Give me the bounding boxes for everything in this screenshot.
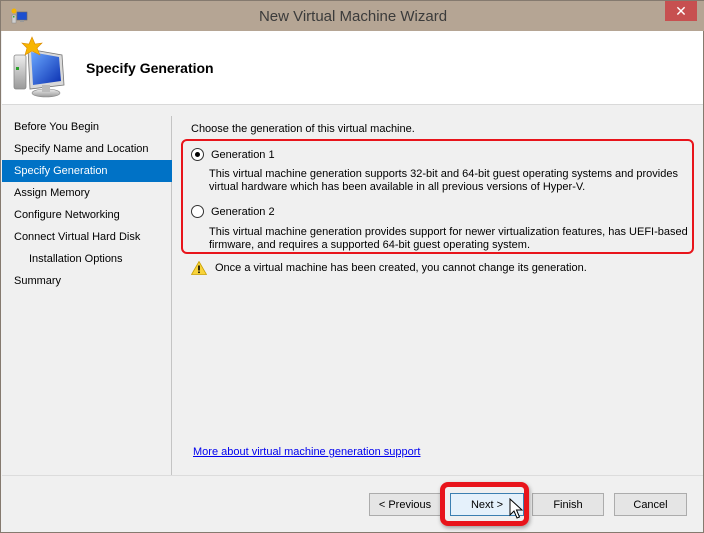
nav-item-before-you-begin[interactable]: Before You Begin [2,116,172,138]
nav-item-installation-options[interactable]: Installation Options [2,248,172,270]
title-bar: New Virtual Machine Wizard ✕ [1,0,704,31]
cancel-button[interactable]: Cancel [614,493,687,516]
previous-button[interactable]: < Previous [369,493,441,516]
nav-item-summary[interactable]: Summary [2,270,172,292]
nav-item-assign-memory[interactable]: Assign Memory [2,182,172,204]
footer-divider [2,475,703,476]
warning-text: Once a virtual machine has been created,… [215,262,587,274]
page-heading: Specify Generation [86,60,214,76]
wizard-header: Specify Generation [2,31,703,105]
generation-1-description: This virtual machine generation supports… [209,168,678,193]
generation-2-radio[interactable] [191,205,204,218]
generation-1-label: Generation 1 [211,148,275,161]
nav-item-configure-networking[interactable]: Configure Networking [2,204,172,226]
nav-item-specify-name-and-location[interactable]: Specify Name and Location [2,138,172,160]
generation-2-description: This virtual machine generation provides… [209,226,688,251]
finish-button[interactable]: Finish [532,493,604,516]
instruction-text: Choose the generation of this virtual ma… [191,123,415,135]
wizard-window: New Virtual Machine Wizard ✕ Specify Gen… [0,0,704,533]
window-title: New Virtual Machine Wizard [258,8,448,25]
warning-icon [191,261,207,275]
generation-2-label: Generation 2 [211,205,275,218]
generation-2-radio-option[interactable]: Generation 2 [191,205,275,218]
next-button[interactable]: Next > [450,493,524,516]
wizard-steps-nav: Before You Begin Specify Name and Locatio… [2,116,172,476]
generation-1-radio-option[interactable]: Generation 1 [191,148,275,161]
more-info-link[interactable]: More about virtual machine generation su… [193,446,420,458]
nav-item-specify-generation[interactable]: Specify Generation [2,160,172,182]
new-vm-icon [13,36,65,98]
close-icon: ✕ [675,2,687,19]
generation-1-radio[interactable] [191,148,204,161]
close-button[interactable]: ✕ [665,1,697,21]
generation-warning: Once a virtual machine has been created,… [191,261,587,275]
nav-item-connect-virtual-hard-disk[interactable]: Connect Virtual Hard Disk [2,226,172,248]
